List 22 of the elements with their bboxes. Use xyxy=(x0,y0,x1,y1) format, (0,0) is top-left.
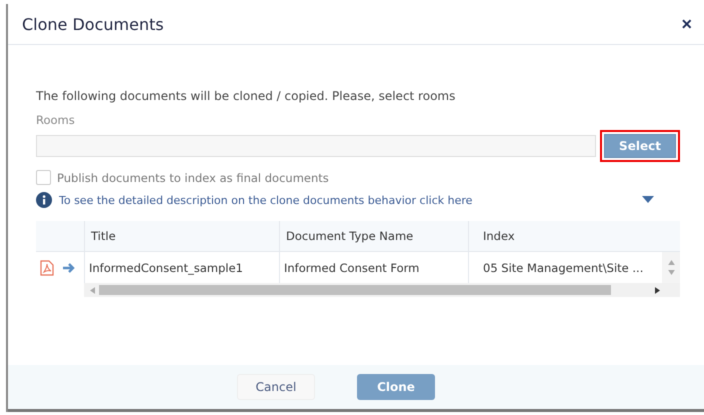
scroll-left-icon[interactable] xyxy=(90,286,95,294)
cancel-button[interactable]: Cancel xyxy=(237,374,315,400)
arrow-icon xyxy=(62,262,76,274)
horizontal-scrollbar[interactable] xyxy=(84,283,680,297)
pdf-icon xyxy=(40,260,54,276)
vertical-scrollbar[interactable] xyxy=(662,251,680,283)
scroll-right-icon[interactable] xyxy=(655,286,660,294)
expand-caret-icon[interactable] xyxy=(642,196,654,204)
column-header[interactable]: Title xyxy=(84,221,279,251)
rooms-label: Rooms xyxy=(36,113,76,127)
scroll-up-icon[interactable] xyxy=(668,260,674,265)
info-link[interactable]: To see the detailed description on the clone documents behavior click here xyxy=(59,194,635,206)
scroll-down-icon[interactable] xyxy=(668,270,674,275)
publish-label: Publish documents to index as final documents xyxy=(57,170,329,184)
rooms-field[interactable] xyxy=(36,135,596,157)
intro-text: The following documents will be cloned / copied. Please, select rooms xyxy=(36,89,456,103)
publish-checkbox[interactable] xyxy=(36,170,51,185)
dialog-title: Clone Documents xyxy=(22,14,164,34)
column-header[interactable]: Document Type Name xyxy=(279,221,468,251)
info-icon xyxy=(36,192,52,208)
close-button[interactable]: × xyxy=(677,14,696,34)
column-header[interactable]: Index xyxy=(468,221,662,251)
